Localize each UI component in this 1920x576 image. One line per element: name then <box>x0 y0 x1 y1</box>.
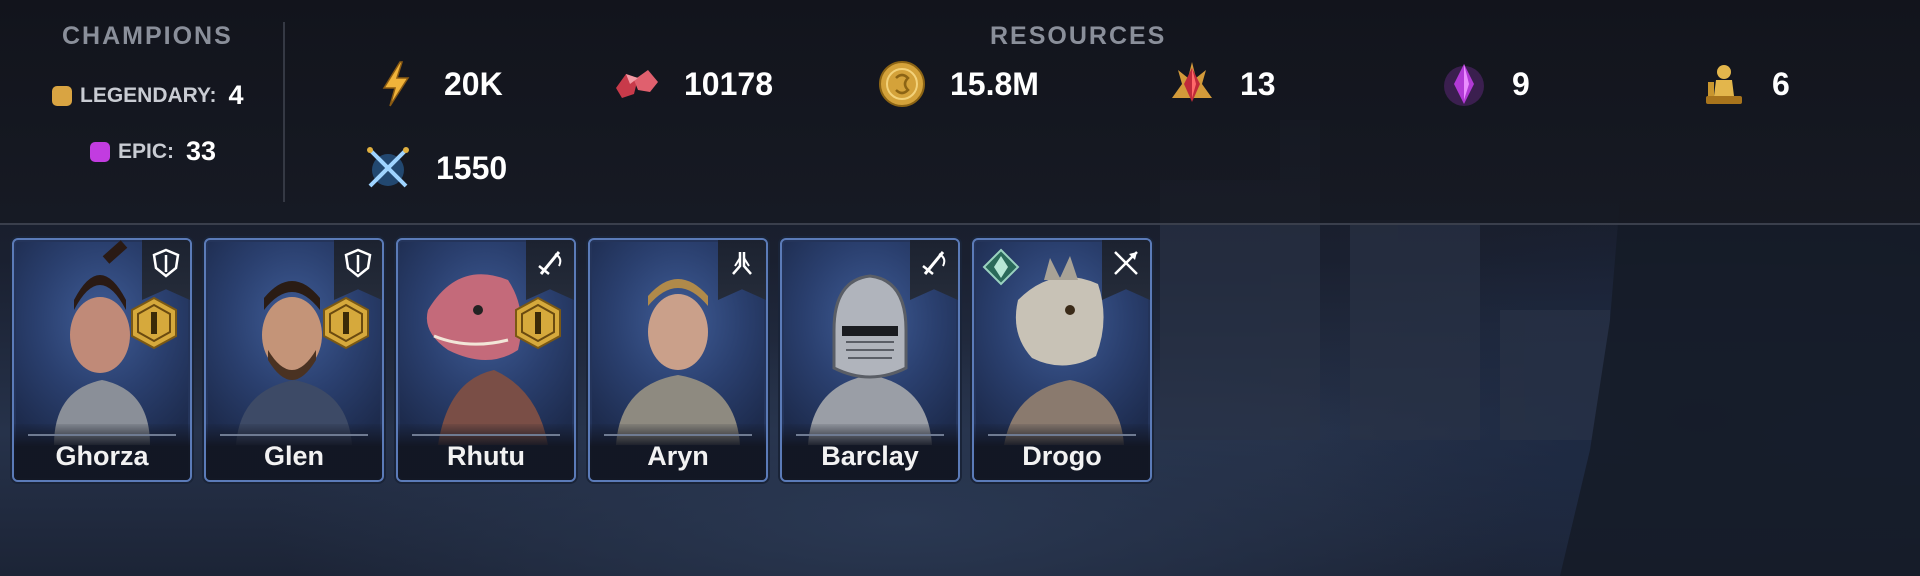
name-divider <box>988 434 1136 436</box>
epic-count-row: EPIC: 33 <box>90 136 216 167</box>
crossed-swords-icon <box>367 147 409 188</box>
champion-name: Aryn <box>647 441 709 471</box>
name-divider <box>604 434 752 436</box>
support-hands-icon <box>732 252 752 275</box>
name-divider <box>220 434 368 436</box>
legendary-count: 4 <box>228 80 244 110</box>
name-divider <box>412 434 560 436</box>
champion-card-rhutu[interactable]: Rhutu <box>396 238 576 482</box>
red-shard-value: 13 <box>1240 65 1276 102</box>
name-plate: Barclay <box>782 424 958 480</box>
silver-value: 15.8M <box>950 65 1039 102</box>
champion-card-ghorza[interactable]: Ghorza <box>12 238 192 482</box>
legendary-label: LEGENDARY: <box>80 83 217 107</box>
faction-emblem-icon <box>982 248 1020 286</box>
champion-card-aryn[interactable]: Aryn <box>588 238 768 482</box>
champion-card-drogo[interactable]: Drogo <box>972 238 1152 482</box>
champion-name: Glen <box>263 441 324 471</box>
red-crystal-icon <box>1172 62 1212 102</box>
cliff-background <box>1560 200 1920 576</box>
champions-heading: CHAMPIONS <box>62 22 233 50</box>
champion-name: Drogo <box>1022 441 1102 471</box>
champion-name: Barclay <box>821 441 919 471</box>
champion-roster: Ghorza Glen Rhutu Aryn Barclay Drogo <box>12 238 1152 482</box>
defense-shield-icon <box>152 248 180 278</box>
rank-badge-icon <box>515 296 561 350</box>
resource-arena-tokens: 1550 <box>362 142 507 194</box>
champion-name: Rhutu <box>447 441 525 471</box>
arena-tokens-value: 1550 <box>436 149 508 186</box>
name-divider <box>796 434 944 436</box>
name-plate: Drogo <box>974 424 1150 480</box>
legendary-color-icon <box>52 85 72 106</box>
name-plate: Rhutu <box>398 424 574 480</box>
summary-panel <box>0 0 1920 225</box>
resource-gold-figure: 6 <box>1698 58 1790 110</box>
epic-color-icon <box>90 141 110 162</box>
legendary-count-row: LEGENDARY: 4 <box>52 80 244 111</box>
purple-crystal-icon <box>1444 64 1484 106</box>
energy-value: 20K <box>444 65 503 102</box>
champion-card-glen[interactable]: Glen <box>204 238 384 482</box>
attack-sword-icon <box>538 251 562 275</box>
resource-red-shard: 13 <box>1166 58 1276 110</box>
gold-figure-value: 6 <box>1772 65 1790 102</box>
name-plate: Ghorza <box>14 424 190 480</box>
resource-silver: 15.8M <box>876 58 1039 110</box>
purple-shard-value: 9 <box>1512 65 1530 102</box>
rubies-value: 10178 <box>684 65 773 102</box>
resources-heading: RESOURCES <box>990 22 1167 50</box>
gold-coin-icon <box>879 61 925 107</box>
resource-rubies: 10178 <box>610 58 773 110</box>
epic-count: 33 <box>186 136 217 166</box>
energy-icon <box>382 61 410 107</box>
section-divider <box>283 22 285 202</box>
gold-figurine-icon <box>1706 65 1742 104</box>
resource-purple-shard: 9 <box>1438 58 1530 110</box>
resource-energy: 20K <box>370 58 503 110</box>
name-plate: Glen <box>206 424 382 480</box>
attack-sword-icon <box>922 251 946 275</box>
champion-name: Ghorza <box>55 441 149 471</box>
ranged-crossbow-icon <box>1114 251 1138 275</box>
panel-divider <box>0 223 1920 225</box>
name-plate: Aryn <box>590 424 766 480</box>
rank-badge-icon <box>323 296 369 350</box>
name-divider <box>28 434 176 436</box>
defense-shield-icon <box>344 248 372 278</box>
champion-card-barclay[interactable]: Barclay <box>780 238 960 482</box>
epic-label: EPIC: <box>118 139 175 163</box>
rubies-icon <box>616 70 658 98</box>
rank-badge-icon <box>131 296 177 350</box>
